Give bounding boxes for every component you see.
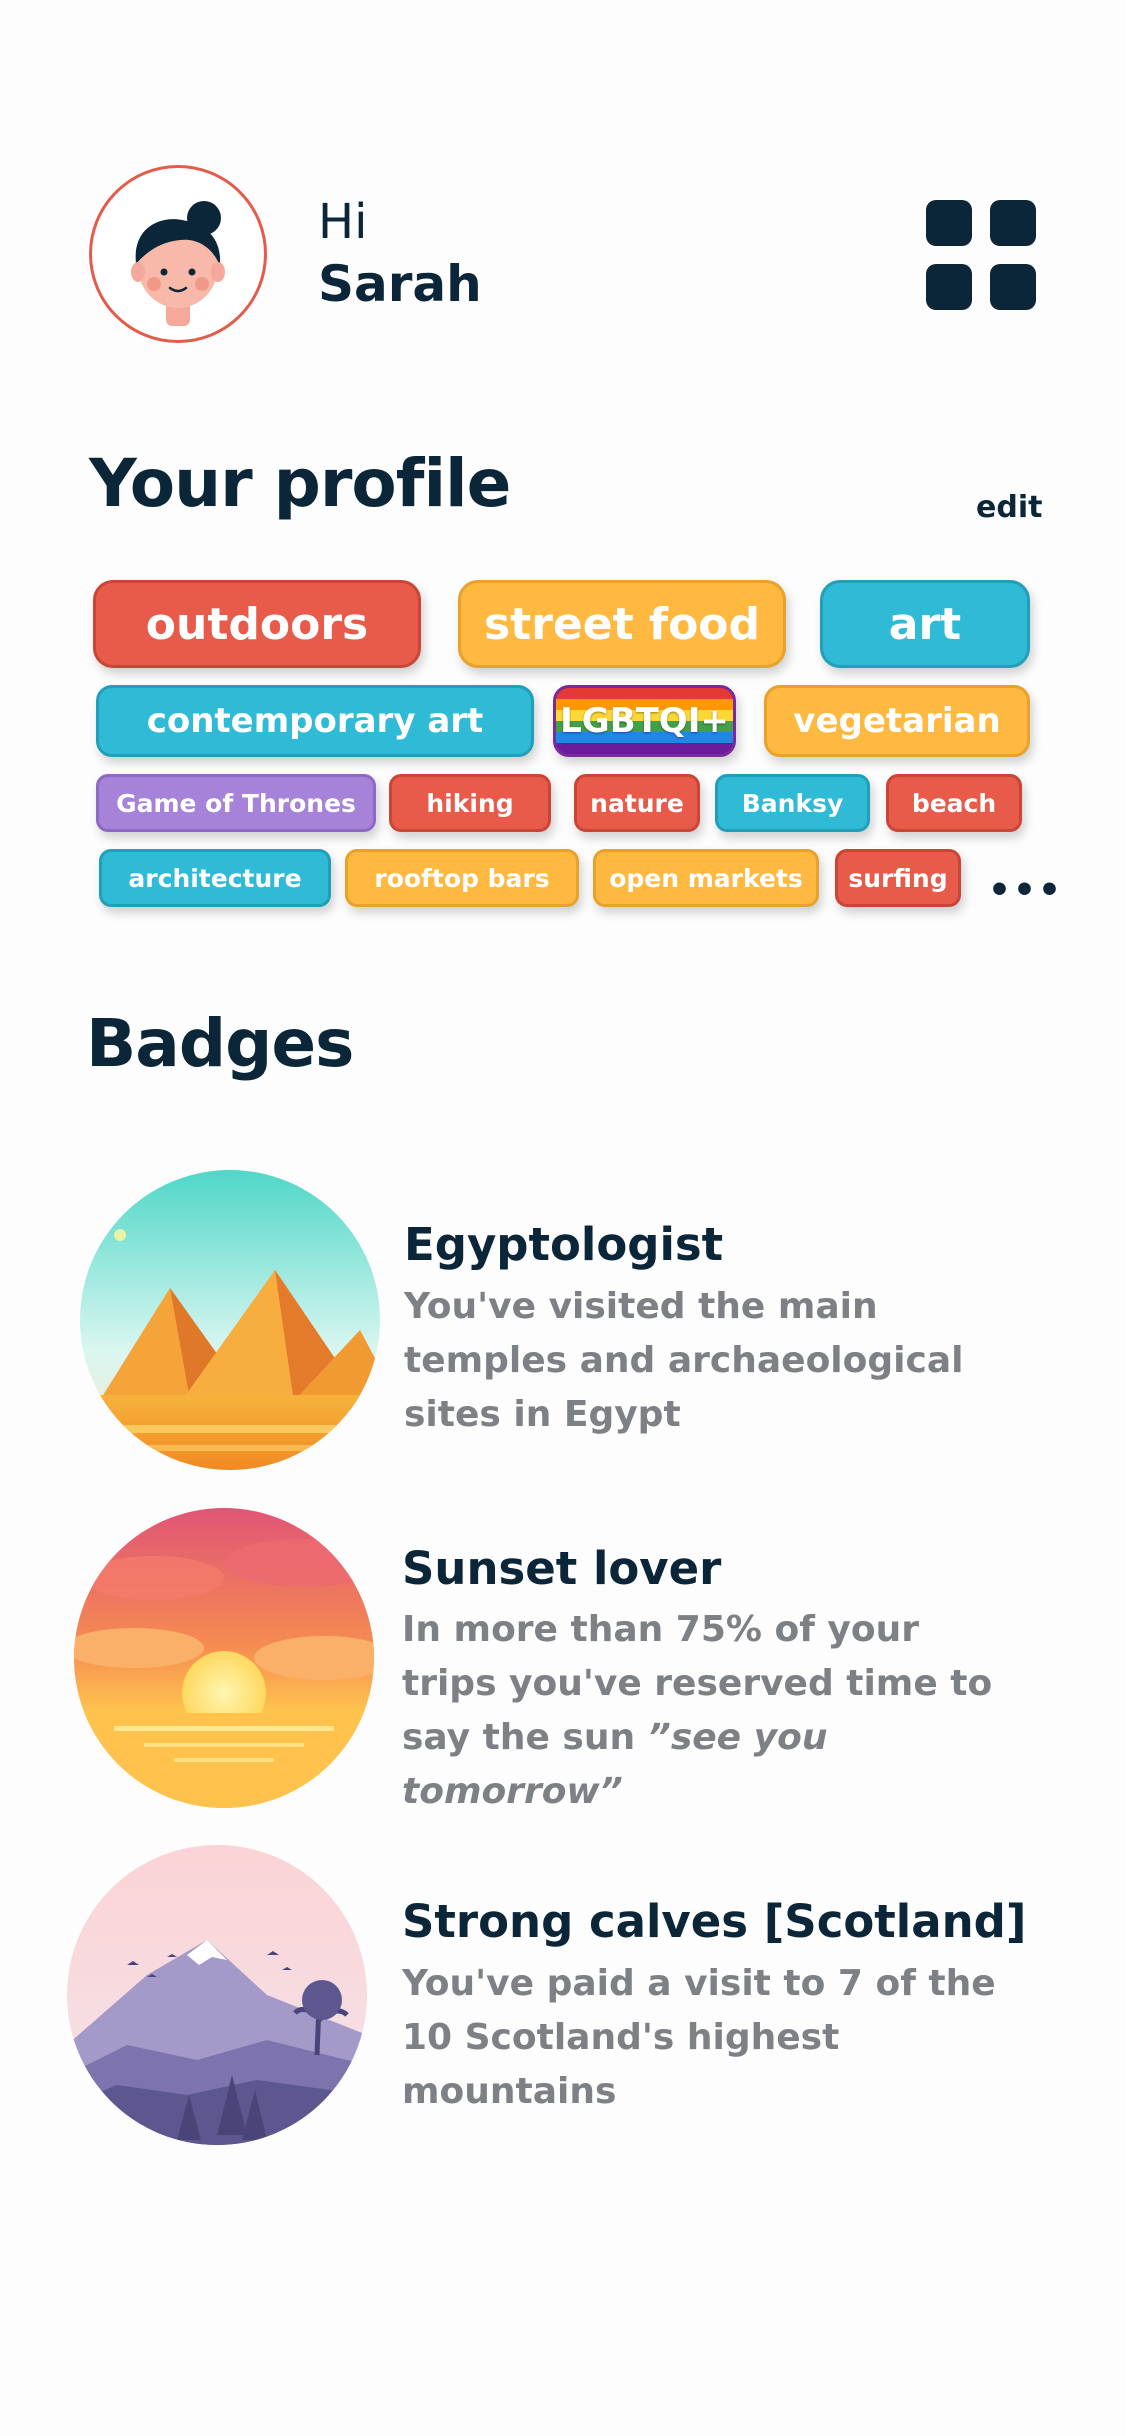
- tag-rooftop-bars[interactable]: rooftop bars: [345, 849, 579, 907]
- tag-surfing[interactable]: surfing: [835, 849, 961, 907]
- tag-art[interactable]: art: [820, 580, 1030, 668]
- edit-profile-link[interactable]: edit: [976, 490, 1042, 525]
- profile-title: Your profile: [89, 445, 511, 522]
- user-name: Sarah: [318, 255, 482, 313]
- tag-banksy[interactable]: Banksy: [715, 774, 870, 832]
- grid-menu-icon[interactable]: [926, 200, 1036, 310]
- tag-contemporary-art[interactable]: contemporary art: [96, 685, 534, 757]
- avatar[interactable]: [89, 165, 267, 343]
- tag-nature[interactable]: nature: [574, 774, 700, 832]
- pyramids-illustration: [80, 1170, 380, 1470]
- sunset-illustration: [74, 1508, 374, 1808]
- mountain-illustration: [67, 1845, 367, 2145]
- tag-outdoors[interactable]: outdoors: [93, 580, 421, 668]
- badge-description: You've paid a visit to 7 of the 10 Scotl…: [402, 1963, 996, 2112]
- tag-vegetarian[interactable]: vegetarian: [764, 685, 1030, 757]
- avatar-illustration: [131, 201, 225, 326]
- greeting-text: Hi: [318, 194, 368, 250]
- tag-game-of-thrones[interactable]: Game of Thrones: [96, 774, 376, 832]
- tag-street-food[interactable]: street food: [458, 580, 786, 668]
- badge-description: In more than 75% of your trips you've re…: [402, 1603, 1022, 1819]
- tag-lgbtqi[interactable]: LGBTQI+: [553, 685, 736, 757]
- badge-title: Egyptologist: [404, 1218, 724, 1271]
- tag-beach[interactable]: beach: [886, 774, 1022, 832]
- tag-architecture[interactable]: architecture: [99, 849, 331, 907]
- tag-hiking[interactable]: hiking: [389, 774, 551, 832]
- badge-title: Sunset lover: [402, 1542, 722, 1595]
- more-tags-icon[interactable]: •••: [988, 870, 1063, 911]
- badge-title: Strong calves [Scotland]: [402, 1895, 1027, 1948]
- tag-open-markets[interactable]: open markets: [593, 849, 819, 907]
- badge-description: You've visited the main temples and arch…: [404, 1286, 964, 1435]
- badges-title: Badges: [86, 1005, 354, 1082]
